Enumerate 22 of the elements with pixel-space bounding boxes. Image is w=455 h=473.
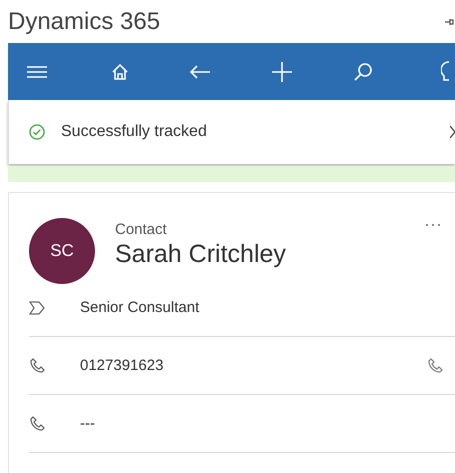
avatar: SC (29, 218, 95, 284)
search-icon[interactable] (353, 62, 373, 82)
app-title: Dynamics 365 (8, 8, 160, 36)
home-icon[interactable] (111, 62, 129, 80)
tag-icon (29, 300, 45, 314)
pin-icon[interactable] (445, 18, 455, 26)
check-circle-icon (29, 124, 45, 140)
phone-icon (29, 358, 45, 374)
field-value: --- (80, 415, 96, 432)
chevron-icon[interactable] (450, 125, 455, 139)
plus-icon[interactable] (271, 60, 293, 82)
field-value: 0127391623 (80, 357, 164, 374)
contact-name: Sarah Critchley (115, 240, 286, 269)
notification-message: Successfully tracked (61, 123, 208, 141)
back-arrow-icon[interactable] (189, 64, 211, 80)
field-value: Senior Consultant (80, 299, 200, 316)
more-icon[interactable] (425, 223, 441, 227)
phone-icon[interactable] (427, 358, 443, 374)
notification-bar[interactable]: Successfully tracked (8, 100, 455, 164)
phone-icon (29, 416, 45, 432)
record-type: Contact (115, 221, 168, 238)
menu-icon[interactable] (26, 64, 48, 80)
